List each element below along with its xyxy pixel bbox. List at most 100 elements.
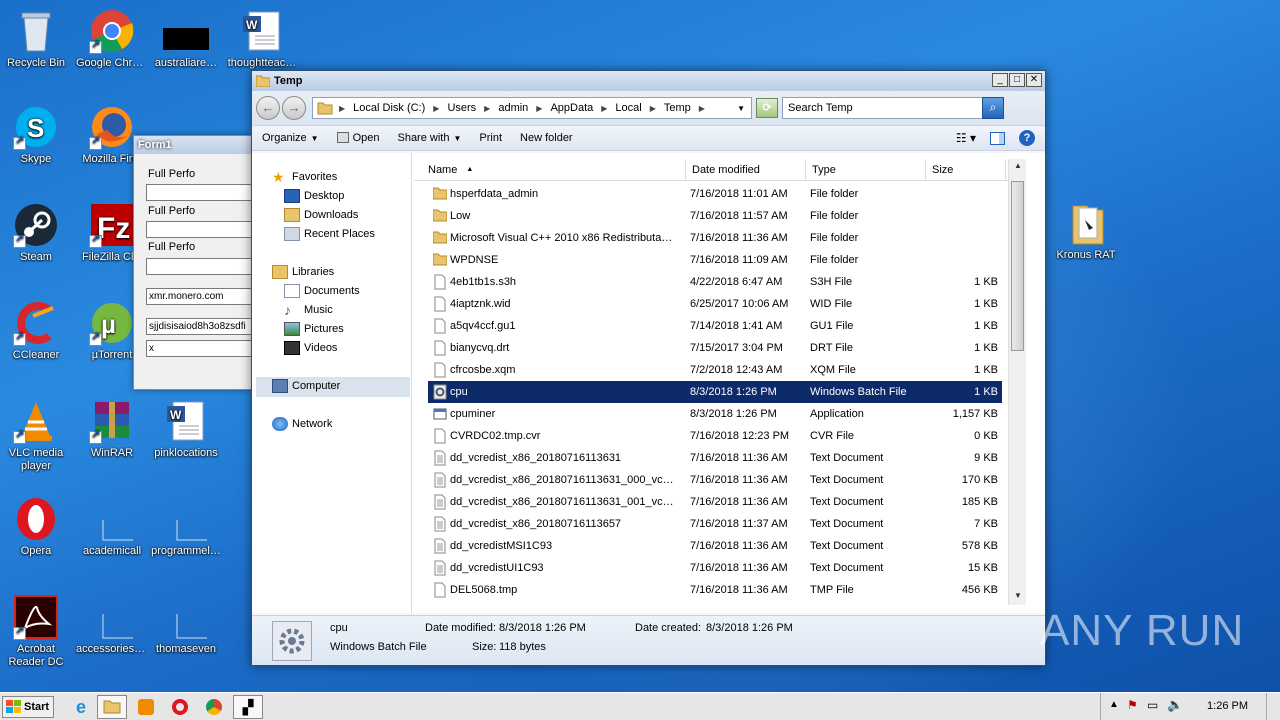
- desktop-icon-vlc[interactable]: VLC media player: [0, 398, 74, 473]
- file-row[interactable]: Low 7/16/2018 11:57 AM File folder: [428, 205, 1002, 227]
- form1-input[interactable]: [146, 221, 256, 238]
- nav-documents[interactable]: Documents: [284, 284, 360, 298]
- desktop-icon-academicall[interactable]: academicall: [74, 496, 150, 558]
- view-options-icon[interactable]: ☷ ▾: [956, 131, 976, 145]
- breadcrumb-local[interactable]: Local: [615, 102, 641, 114]
- breadcrumb-arrow-icon[interactable]: ▶: [484, 104, 490, 113]
- desktop-icon-programmel[interactable]: programmel…: [148, 496, 224, 558]
- nav-videos[interactable]: Videos: [284, 341, 337, 355]
- search-icon[interactable]: ⌕: [982, 97, 1004, 119]
- file-row[interactable]: cpuminer 8/3/2018 1:26 PM Application 1,157…: [428, 403, 1002, 425]
- scroll-up-icon[interactable]: ▲: [1012, 161, 1024, 173]
- tray-expand-icon[interactable]: ▲: [1109, 699, 1119, 710]
- breadcrumb-appdata[interactable]: AppData: [550, 102, 593, 114]
- action-center-icon[interactable]: ⚑: [1127, 698, 1138, 712]
- network-tray-icon[interactable]: ▭: [1147, 698, 1158, 712]
- start-button[interactable]: Start: [2, 696, 54, 718]
- form1-input[interactable]: [146, 258, 256, 275]
- taskbar-clock[interactable]: 1:26 PM: [1207, 700, 1248, 712]
- taskbar-explorer-button[interactable]: [97, 695, 127, 719]
- organize-button[interactable]: Organize ▼: [262, 132, 319, 144]
- breadcrumb-users[interactable]: Users: [447, 102, 476, 114]
- breadcrumb-temp[interactable]: Temp: [664, 102, 691, 114]
- file-row[interactable]: dd_vcredistUI1C93 7/16/2018 11:36 AM Text …: [428, 557, 1002, 579]
- forward-button[interactable]: →: [282, 96, 306, 120]
- scrollbar-thumb[interactable]: [1011, 181, 1024, 351]
- file-row[interactable]: WPDNSE 7/16/2018 11:09 AM File folder: [428, 249, 1002, 271]
- refresh-button[interactable]: ⟳: [756, 98, 778, 118]
- desktop-icon-accessoriesr[interactable]: accessoriesr…: [74, 594, 150, 656]
- taskbar-ie-button[interactable]: e: [66, 695, 96, 719]
- preview-pane-icon[interactable]: [990, 131, 1005, 145]
- file-row[interactable]: dd_vcredist_x86_20180716113631_001_vc… 7/…: [428, 491, 1002, 513]
- column-header-type[interactable]: Type: [806, 159, 926, 181]
- desktop-icon-pinklocations[interactable]: W pinklocations: [148, 398, 224, 460]
- nav-pictures[interactable]: Pictures: [284, 322, 344, 336]
- desktop-icon-ccleaner[interactable]: CCleaner: [0, 300, 74, 362]
- minimize-button[interactable]: _: [992, 73, 1008, 87]
- desktop-icon-thomaseven[interactable]: thomaseven: [148, 594, 224, 656]
- desktop-icon-skype[interactable]: S Skype: [0, 104, 74, 166]
- maximize-button[interactable]: □: [1009, 73, 1025, 87]
- breadcrumb-arrow-icon[interactable]: ▶: [699, 104, 705, 113]
- nav-downloads[interactable]: Downloads: [284, 208, 358, 222]
- scroll-down-icon[interactable]: ▼: [1012, 591, 1024, 603]
- taskbar-media-player-button[interactable]: [131, 695, 161, 719]
- explorer-window[interactable]: Temp _ □ ✕ ← → ▶ Local Disk (C:) ▶ Users…: [251, 70, 1046, 666]
- explorer-titlebar[interactable]: Temp _ □ ✕: [252, 71, 1045, 91]
- breadcrumb-arrow-icon[interactable]: ▶: [650, 104, 656, 113]
- file-row[interactable]: dd_vcredist_x86_20180716113631_000_vc… 7/…: [428, 469, 1002, 491]
- file-row[interactable]: 4eb1tb1s.s3h 4/22/2018 6:47 AM S3H File 1 K…: [428, 271, 1002, 293]
- nav-music[interactable]: ♪ Music: [284, 303, 333, 317]
- desktop-icon-winrar[interactable]: WinRAR: [74, 398, 150, 460]
- column-header-name[interactable]: Name ▲: [414, 159, 686, 181]
- close-button[interactable]: ✕: [1026, 73, 1042, 87]
- desktop-icon-acrobat[interactable]: Acrobat Reader DC: [0, 594, 74, 669]
- column-header-date[interactable]: Date modified: [686, 159, 806, 181]
- breadcrumb-arrow-icon[interactable]: ▶: [339, 104, 345, 113]
- desktop-icon-steam[interactable]: Steam: [0, 202, 74, 264]
- nav-desktop[interactable]: Desktop: [284, 189, 344, 203]
- breadcrumb-arrow-icon[interactable]: ▶: [433, 104, 439, 113]
- breadcrumb-arrow-icon[interactable]: ▶: [601, 104, 607, 113]
- open-button[interactable]: Open: [336, 132, 379, 144]
- file-row[interactable]: Microsoft Visual C++ 2010 x86 Redistribu…: [428, 227, 1002, 249]
- column-header-size[interactable]: Size: [926, 159, 1006, 181]
- desktop-icon-opera[interactable]: Opera: [0, 496, 74, 558]
- desktop-icon-google-chrome[interactable]: Google Chrome: [74, 8, 150, 70]
- back-button[interactable]: ←: [256, 96, 280, 120]
- file-row[interactable]: DEL5068.tmp 7/16/2018 11:36 AM TMP File 456…: [428, 579, 1002, 601]
- taskbar-chrome-button[interactable]: [199, 695, 229, 719]
- print-button[interactable]: Print: [479, 132, 502, 144]
- desktop-icon-australiare[interactable]: australiare…: [148, 8, 224, 70]
- file-row[interactable]: hsperfdata_admin 7/16/2018 11:01 AM File f…: [428, 183, 1002, 205]
- breadcrumb-admin[interactable]: admin: [498, 102, 528, 114]
- show-desktop-button[interactable]: [1266, 693, 1280, 720]
- desktop-icon-thoughtteac[interactable]: W thoughtteac…: [224, 8, 300, 70]
- form1-window[interactable]: Form1 Full Perfo Full Perfo Full Perfo x…: [133, 135, 256, 390]
- file-row[interactable]: 4iaptznk.wid 6/25/2017 10:06 AM WID File 1 …: [428, 293, 1002, 315]
- share-with-button[interactable]: Share with ▼: [397, 132, 461, 144]
- taskbar-kronus-button[interactable]: ▞: [233, 695, 263, 719]
- form1-pool-input[interactable]: xmr.monero.com: [146, 288, 256, 305]
- file-row[interactable]: dd_vcredist_x86_20180716113657 7/16/2018 …: [428, 513, 1002, 535]
- file-row[interactable]: bianycvq.drt 7/15/2017 3:04 PM DRT File 1 K…: [428, 337, 1002, 359]
- file-row[interactable]: cfrcosbe.xqm 7/2/2018 12:43 AM XQM File 1 K…: [428, 359, 1002, 381]
- nav-network[interactable]: Network: [272, 417, 332, 431]
- form1-password-input[interactable]: x: [146, 340, 256, 357]
- form1-input[interactable]: [146, 184, 256, 201]
- file-row[interactable]: dd_vcredist_x86_20180716113631 7/16/2018 …: [428, 447, 1002, 469]
- vertical-scrollbar[interactable]: ▲ ▼: [1008, 159, 1026, 605]
- breadcrumb-local-disk[interactable]: Local Disk (C:): [353, 102, 425, 114]
- nav-recent-places[interactable]: Recent Places: [284, 227, 375, 241]
- new-folder-button[interactable]: New folder: [520, 132, 573, 144]
- nav-favorites[interactable]: ★ Favorites: [272, 170, 337, 184]
- taskbar-opera-button[interactable]: [165, 695, 195, 719]
- address-dropdown-icon[interactable]: ▼: [737, 104, 745, 113]
- nav-computer[interactable]: Computer: [272, 379, 340, 393]
- nav-libraries[interactable]: Libraries: [272, 265, 334, 279]
- address-bar[interactable]: ▶ Local Disk (C:) ▶ Users ▶ admin ▶ AppD…: [312, 97, 752, 119]
- file-row[interactable]: dd_vcredistMSI1C93 7/16/2018 11:36 AM Text…: [428, 535, 1002, 557]
- file-row[interactable]: a5qv4ccf.gu1 7/14/2018 1:41 AM GU1 File 1 K…: [428, 315, 1002, 337]
- breadcrumb-arrow-icon[interactable]: ▶: [536, 104, 542, 113]
